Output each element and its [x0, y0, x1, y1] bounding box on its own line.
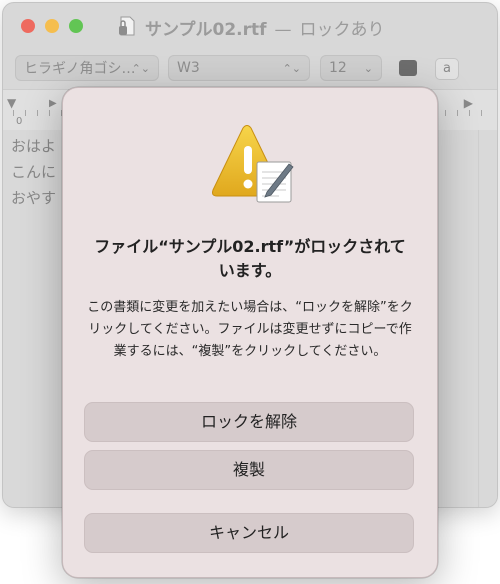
text-color-well[interactable] — [399, 60, 417, 76]
cancel-button[interactable]: キャンセル — [84, 513, 414, 553]
highlight-color-button[interactable]: a — [435, 58, 459, 80]
font-family-select[interactable]: ヒラギノ角ゴシ… ⌃⌄ — [15, 55, 159, 81]
font-weight-select[interactable]: W3 ⌃⌄ — [168, 55, 310, 81]
warning-document-icon — [212, 125, 294, 203]
updown-chevron-icon: ⌃⌄ — [282, 61, 301, 75]
locked-file-alert: ファイル“サンプル02.rtf”がロックされています。 この書類に変更を加えたい… — [62, 87, 438, 578]
close-window-button[interactable] — [21, 19, 35, 33]
duplicate-button[interactable]: 複製 — [84, 450, 414, 490]
rtf-document-icon — [119, 16, 135, 36]
font-weight-value: W3 — [177, 60, 200, 76]
title-bar: サンプル02.rtf — ロックあり — [3, 3, 497, 49]
window-title: サンプル02.rtf — ロックあり — [145, 15, 385, 40]
minimize-window-button[interactable] — [45, 19, 59, 33]
left-margin-marker-icon[interactable]: ▼ — [7, 96, 16, 110]
format-toolbar: ヒラギノ角ゴシ… ⌃⌄ W3 ⌃⌄ 12 ⌄ a — [3, 49, 497, 87]
font-size-value: 12 — [329, 60, 347, 76]
scrollbar-track — [478, 130, 479, 507]
document-line: おやす — [11, 189, 57, 207]
font-size-combo[interactable]: 12 ⌄ — [320, 55, 382, 81]
font-family-value: ヒラギノ角ゴシ… — [24, 61, 136, 77]
zoom-window-button[interactable] — [69, 19, 83, 33]
right-margin-marker-icon[interactable]: ▶ — [464, 96, 473, 110]
document-line: おはよ — [11, 137, 57, 155]
ruler-zero-label: 0 — [16, 116, 23, 127]
window-filename: サンプル02.rtf — [145, 20, 267, 40]
document-line: こんに — [11, 163, 57, 181]
alert-title: ファイル“サンプル02.rtf”がロックされています。 — [94, 237, 406, 280]
chevron-down-icon: ⌄ — [363, 61, 373, 75]
highlight-icon: a — [443, 61, 451, 76]
tab-stop-marker-icon[interactable]: ▶ — [49, 98, 57, 109]
alert-message: この書類に変更を加えたい場合は、“ロックを解除”をクリックしてください。ファイル… — [87, 300, 413, 359]
title-separator: — — [274, 20, 292, 40]
lock-status: ロックあり — [299, 20, 385, 40]
unlock-button[interactable]: ロックを解除 — [84, 402, 414, 442]
updown-chevron-icon: ⌃⌄ — [131, 61, 150, 75]
